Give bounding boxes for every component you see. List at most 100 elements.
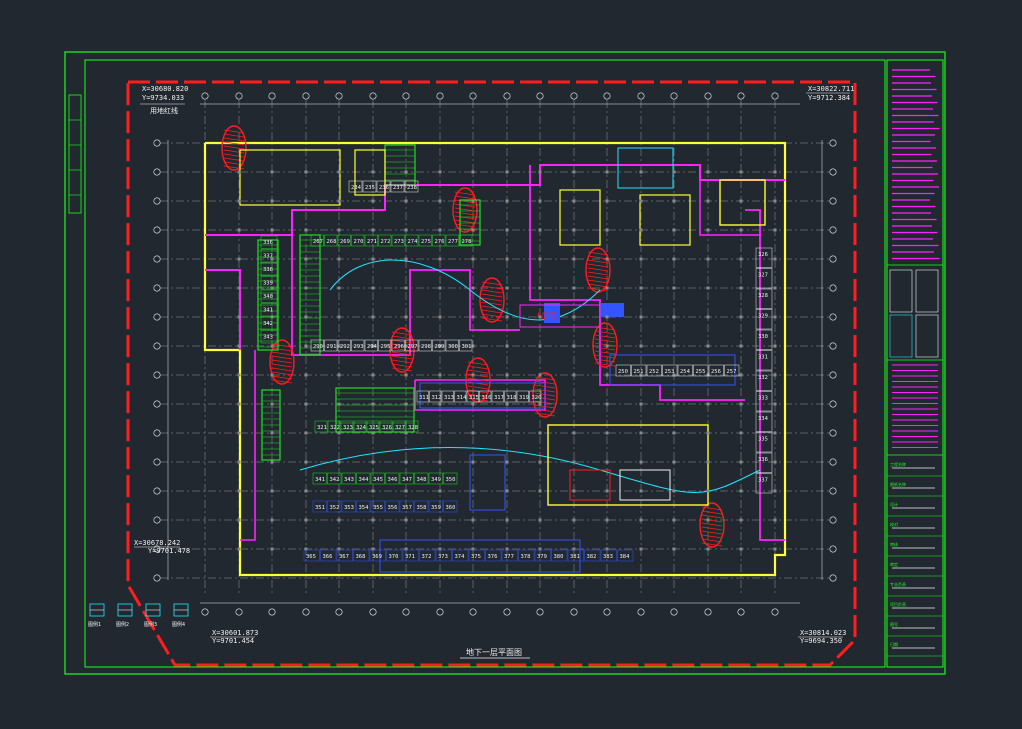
column (706, 199, 710, 203)
parking-space-number: 254 (680, 369, 691, 375)
parking-space-number: 327 (758, 273, 768, 279)
parking-space-number: 237 (393, 185, 403, 191)
parking-space-number: 366 (323, 554, 333, 560)
parking-space-number: 255 (696, 369, 706, 375)
parking-space-number: 347 (402, 477, 412, 483)
column (337, 518, 341, 522)
axis-bubble-top (771, 92, 779, 100)
column (739, 170, 743, 174)
parking-space-number: 322 (330, 425, 340, 431)
column (672, 228, 676, 232)
column (505, 315, 509, 319)
column (572, 373, 576, 377)
fire-shutter-hatch (594, 346, 616, 351)
column (471, 431, 475, 435)
fire-shutter-hatch (391, 359, 413, 364)
column (706, 257, 710, 261)
column (404, 402, 408, 406)
column (773, 547, 777, 551)
parking-space-number: 330 (758, 334, 768, 340)
fire-shutter-hatch (587, 267, 609, 272)
fire-shutter-hatch (587, 255, 609, 260)
column (605, 460, 609, 464)
column (672, 315, 676, 319)
column (438, 170, 442, 174)
legend-label: 图例1 (88, 621, 101, 628)
fire-partition (205, 269, 241, 350)
fire-shutter-hatch (467, 389, 489, 394)
axis-bubble-top (469, 92, 477, 100)
parking-space-number: 314 (457, 395, 468, 401)
parking-space-number: 345 (373, 477, 383, 483)
parking-space-number: 291 (327, 344, 337, 350)
fire-shutter-hatch (271, 359, 293, 364)
parking-space-number: 374 (455, 554, 466, 560)
column (773, 228, 777, 232)
property-line-label: 用地红线 (150, 106, 178, 115)
fire-shutter-hatch (391, 363, 413, 368)
parking-space-number: 236 (379, 185, 389, 191)
column (639, 431, 643, 435)
axis-bubble-bottom (771, 608, 779, 616)
symbol-legend: 图例1 图例2 图例3 图例4 (88, 603, 189, 628)
column (538, 344, 542, 348)
column (538, 199, 542, 203)
parking-space-number: 252 (649, 369, 659, 375)
parking-space-number: 271 (367, 239, 377, 245)
fire-shutter-hatch (391, 355, 413, 360)
column (538, 286, 542, 290)
column (773, 373, 777, 377)
column (237, 489, 241, 493)
axis-bubble-top (268, 92, 276, 100)
fire-shutter-hatch (481, 301, 503, 306)
drawing-title: 地下一层平面图 (460, 647, 530, 659)
parking-space-number: 372 (422, 554, 432, 560)
axis-bubble-left (153, 313, 161, 321)
column (773, 489, 777, 493)
column (270, 170, 274, 174)
column (304, 286, 308, 290)
fire-shutter-hatch (467, 385, 489, 390)
column (471, 315, 475, 319)
fire-shutter-hatch (587, 263, 609, 268)
column (404, 228, 408, 232)
parking-space-number: 369 (372, 554, 382, 560)
blue-mark (600, 303, 624, 317)
axis-bubble-left (153, 574, 161, 582)
axis-bubble-top (201, 92, 209, 100)
parking-space-number: 269 (340, 239, 350, 245)
column (270, 228, 274, 232)
axis-bubble-left (153, 168, 161, 176)
title-row-label: 设计 (890, 501, 898, 507)
parking-space-number: 360 (446, 505, 456, 511)
cad-drawing-viewport[interactable]: 工程名称 图纸名称 设计 校对 审核 审定 专业负责 项目负责 图号 日期 人防门 234 235 2… (0, 0, 1022, 725)
parking-space-number: 335 (758, 437, 768, 443)
parking-space-number: 301 (462, 344, 472, 350)
column (270, 199, 274, 203)
column (438, 402, 442, 406)
parking-space-number: 334 (758, 416, 769, 422)
parking-space-number: 351 (315, 505, 325, 511)
column (371, 402, 375, 406)
column (304, 460, 308, 464)
column (438, 286, 442, 290)
axis-bubble-right (829, 197, 837, 205)
fire-shutter-hatch (481, 293, 503, 298)
column (706, 315, 710, 319)
column (672, 286, 676, 290)
column (237, 199, 241, 203)
parking-space-number: 338 (263, 267, 273, 273)
axis-bubble-right (829, 139, 837, 147)
building-plan: 人防门 (203, 125, 787, 577)
axis-bubble-bottom (603, 608, 611, 616)
column (270, 344, 274, 348)
column (605, 518, 609, 522)
column (739, 402, 743, 406)
floor-plan-canvas[interactable]: 工程名称图纸名称设计校对审核审定专业负责项目负责图号日期 人防门 234 235 2… (0, 0, 1022, 725)
column (304, 373, 308, 377)
title-row-label: 工程名称 (890, 461, 906, 467)
column (639, 460, 643, 464)
parking-space-number: 348 (417, 477, 427, 483)
fire-shutter-hatch (701, 526, 723, 531)
column (237, 518, 241, 522)
